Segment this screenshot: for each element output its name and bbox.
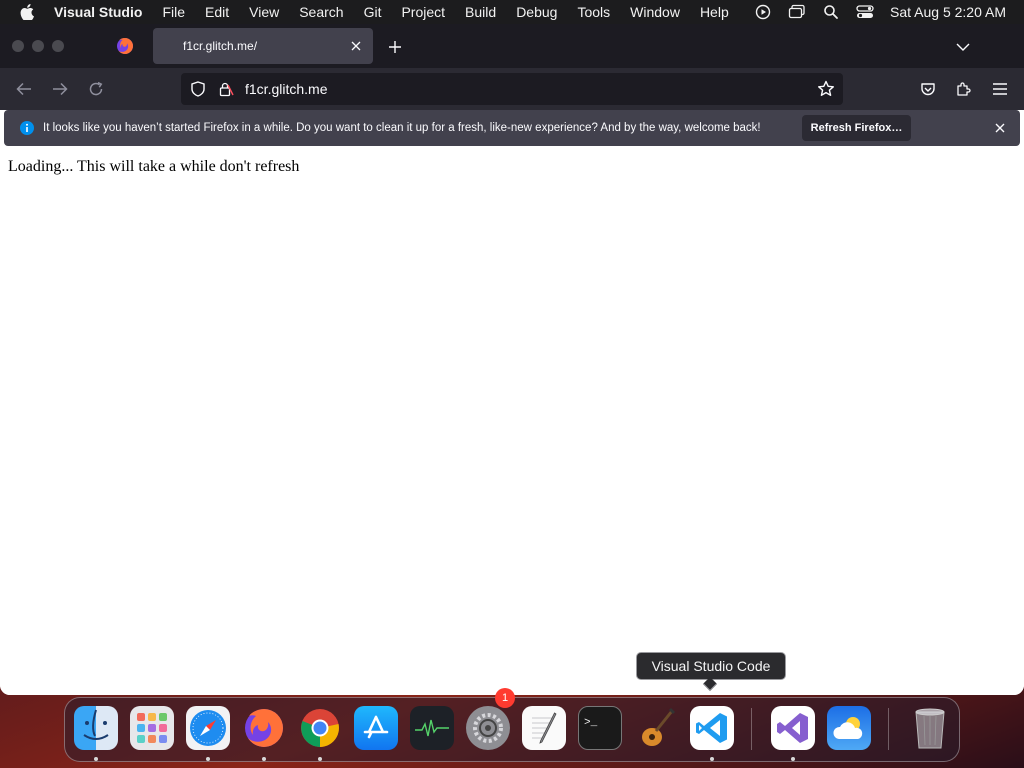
menu-bar: Visual Studio File Edit View Search Git … [0, 0, 1024, 24]
visual-studio-code-running-dot [710, 757, 714, 761]
close-window-button[interactable] [12, 40, 24, 52]
trash-icon[interactable] [908, 706, 952, 750]
refresh-firefox-button[interactable]: Refresh Firefox… [802, 115, 911, 141]
menu-build[interactable]: Build [455, 0, 506, 24]
firefox-running-dot [262, 757, 266, 761]
apple-menu-icon[interactable] [18, 0, 36, 24]
svg-text:>_: >_ [584, 717, 598, 729]
play-circle-icon[interactable] [752, 0, 774, 24]
extensions-puzzle-icon[interactable] [952, 77, 976, 101]
safari-icon[interactable] [186, 706, 230, 750]
notification-message: It looks like you haven’t started Firefo… [43, 122, 761, 134]
visual-studio-code-icon[interactable] [690, 706, 734, 750]
forward-arrow-icon[interactable] [48, 77, 72, 101]
menu-window[interactable]: Window [620, 0, 690, 24]
activity-monitor-icon[interactable] [410, 706, 454, 750]
reload-icon[interactable] [84, 77, 108, 101]
finder-icon[interactable] [74, 706, 118, 750]
info-icon [20, 121, 34, 135]
tab-strip: f1cr.glitch.me/ [0, 24, 1024, 68]
tab-title: f1cr.glitch.me/ [183, 39, 258, 53]
url-text[interactable]: f1cr.glitch.me [245, 81, 327, 97]
tab-close-icon[interactable] [347, 37, 365, 55]
weather-icon[interactable] [827, 706, 871, 750]
menu-edit[interactable]: Edit [195, 0, 239, 24]
chrome-icon[interactable] [298, 706, 342, 750]
window-controls [12, 40, 102, 52]
pocket-icon[interactable] [916, 77, 940, 101]
safari-running-dot [206, 757, 210, 761]
firefox-icon[interactable] [242, 706, 286, 750]
menu-debug[interactable]: Debug [506, 0, 567, 24]
tracking-protection-shield-icon[interactable] [187, 81, 209, 97]
chrome-running-dot [318, 757, 322, 761]
loading-message: Loading... This will take a while don't … [8, 158, 300, 175]
app-store-icon[interactable] [354, 706, 398, 750]
menu-help[interactable]: Help [690, 0, 739, 24]
launchpad-icon[interactable] [130, 706, 174, 750]
dock-tooltip: Visual Studio Code [636, 652, 786, 692]
system-settings-icon[interactable] [466, 706, 510, 750]
textedit-icon[interactable] [522, 706, 566, 750]
menu-view[interactable]: View [239, 0, 289, 24]
tab-active[interactable]: f1cr.glitch.me/ [153, 28, 373, 64]
refresh-firefox-notification-bar: It looks like you haven’t started Firefo… [4, 110, 1020, 146]
spotlight-search-icon[interactable] [820, 0, 842, 24]
dock-separator [751, 708, 752, 750]
hamburger-menu-icon[interactable] [988, 77, 1012, 101]
menu-app-name[interactable]: Visual Studio [50, 0, 152, 24]
menu-tools[interactable]: Tools [567, 0, 620, 24]
visual-studio-running-dot [791, 757, 795, 761]
list-all-tabs-chevron-icon[interactable] [952, 36, 974, 58]
zoom-window-button[interactable] [52, 40, 64, 52]
back-arrow-icon[interactable] [12, 77, 36, 101]
menu-project[interactable]: Project [391, 0, 455, 24]
visual-studio-icon[interactable] [771, 706, 815, 750]
system-settings-notification-badge: 1 [495, 688, 515, 708]
notification-close-icon[interactable] [992, 120, 1008, 136]
minimize-window-button[interactable] [32, 40, 44, 52]
url-bar[interactable]: f1cr.glitch.me [181, 73, 843, 105]
dock: >_ [64, 697, 960, 762]
bookmark-star-icon[interactable] [815, 78, 837, 100]
new-tab-plus-icon[interactable] [384, 36, 406, 58]
firefox-window: f1cr.glitch.me/ f1cr.glitch.me It looks … [0, 24, 1024, 695]
firefox-view-icon[interactable] [108, 30, 142, 62]
dock-tooltip-text: Visual Studio Code [651, 658, 771, 674]
control-center-icon[interactable] [854, 0, 876, 24]
dock-separator-trash [888, 708, 889, 750]
menu-file[interactable]: File [152, 0, 195, 24]
menu-bar-clock[interactable]: Sat Aug 5 2:20 AM [882, 4, 1024, 20]
finder-running-dot [94, 757, 98, 761]
menu-search[interactable]: Search [289, 0, 353, 24]
site-info-lock-icon[interactable] [215, 81, 237, 97]
screen-mirroring-icon[interactable] [786, 0, 808, 24]
menu-git[interactable]: Git [354, 0, 392, 24]
garageband-icon[interactable] [634, 706, 678, 750]
navigation-toolbar: f1cr.glitch.me [0, 68, 1024, 110]
terminal-icon[interactable]: >_ [578, 706, 622, 750]
page-content: Loading... This will take a while don't … [0, 151, 1024, 695]
